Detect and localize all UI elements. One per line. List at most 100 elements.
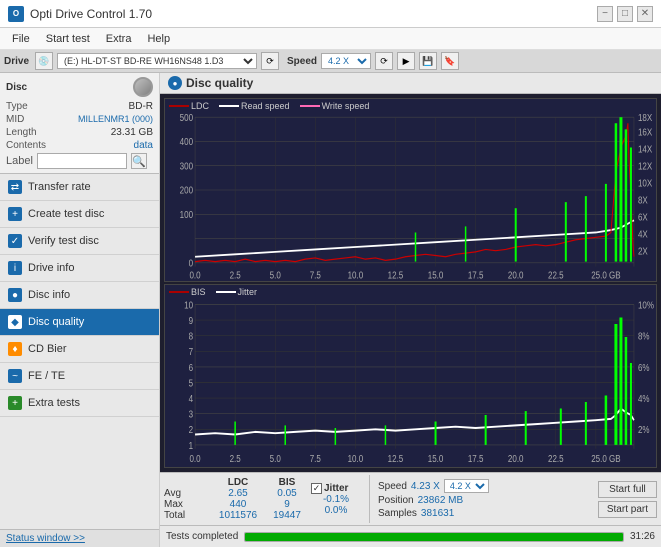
- svg-text:2%: 2%: [638, 424, 650, 435]
- disc-contents-value: data: [134, 140, 153, 151]
- menu-extra[interactable]: Extra: [98, 31, 140, 47]
- svg-text:16X: 16X: [638, 127, 652, 138]
- svg-text:200: 200: [180, 185, 193, 196]
- save-icon[interactable]: 💾: [419, 52, 437, 70]
- drive-info-label: Drive info: [28, 262, 74, 274]
- svg-text:5.0: 5.0: [270, 270, 281, 281]
- svg-text:9: 9: [189, 315, 193, 326]
- svg-text:22.5: 22.5: [548, 270, 564, 281]
- minimize-button[interactable]: −: [597, 6, 613, 22]
- avg-label: Avg: [164, 488, 209, 499]
- svg-text:10X: 10X: [638, 178, 652, 189]
- disc-type-row: Type BD-R: [6, 101, 153, 112]
- disc-label-label: Label: [6, 155, 33, 167]
- drive-refresh-icon[interactable]: ⟳: [261, 52, 279, 70]
- speed-dropdown-main[interactable]: 4.2 X: [321, 53, 371, 69]
- disc-length-label: Length: [6, 127, 37, 138]
- write-speed-color: [300, 105, 320, 107]
- svg-text:500: 500: [180, 112, 193, 123]
- bookmark-icon[interactable]: 🔖: [441, 52, 459, 70]
- disc-mid-row: MID MILLENMR1 (000): [6, 114, 153, 125]
- ldc-col-header: LDC: [213, 477, 263, 488]
- svg-text:1: 1: [189, 440, 193, 451]
- sidebar-item-disc-info[interactable]: ● Disc info: [0, 282, 159, 309]
- disc-length-value: 23.31 GB: [111, 127, 153, 138]
- cd-bier-label: CD Bier: [28, 343, 67, 355]
- menu-help[interactable]: Help: [139, 31, 178, 47]
- chart2: BIS Jitter: [164, 284, 657, 468]
- titlebar: O Opti Drive Control 1.70 − □ ✕: [0, 0, 661, 28]
- drive-eject-icon[interactable]: 💿: [35, 52, 53, 70]
- disc-panel: Disc Type BD-R MID MILLENMR1 (000) Lengt…: [0, 73, 159, 174]
- samples-row: Samples 381631: [378, 508, 590, 519]
- disc-type-label: Type: [6, 101, 28, 112]
- close-button[interactable]: ✕: [637, 6, 653, 22]
- svg-text:15.0: 15.0: [428, 270, 444, 281]
- jitter-checkbox[interactable]: ✓: [311, 483, 322, 494]
- chart1: LDC Read speed Write speed: [164, 98, 657, 282]
- chart2-legend: BIS Jitter: [169, 287, 257, 297]
- verify-test-disc-icon: ✓: [8, 234, 22, 248]
- verify-test-disc-label: Verify test disc: [28, 235, 99, 247]
- svg-text:300: 300: [180, 161, 193, 172]
- start-full-btn[interactable]: Start full: [598, 481, 657, 498]
- disc-quality-label: Disc quality: [28, 316, 84, 328]
- ldc-max-val: 440: [213, 499, 263, 510]
- sidebar-item-verify-test-disc[interactable]: ✓ Verify test disc: [0, 228, 159, 255]
- svg-text:2X: 2X: [638, 246, 648, 257]
- svg-text:0.0: 0.0: [189, 270, 200, 281]
- speed-refresh-icon[interactable]: ⟳: [375, 52, 393, 70]
- chart1-svg: 500 400 300 200 100 0 18X 16X 14X 12X 10…: [165, 99, 656, 281]
- content-icon: ●: [168, 76, 182, 90]
- disc-label-row: Label 🔍: [6, 153, 153, 169]
- status-window-btn[interactable]: Status window >>: [6, 533, 85, 544]
- speed-label: Speed: [287, 56, 317, 67]
- disc-label-input[interactable]: [37, 153, 127, 169]
- sidebar-item-transfer-rate[interactable]: ⇄ Transfer rate: [0, 174, 159, 201]
- ldc-legend-label: LDC: [191, 101, 209, 111]
- disc-label-btn[interactable]: 🔍: [131, 153, 147, 169]
- svg-text:100: 100: [180, 209, 193, 220]
- speed-row: Speed 4.23 X 4.2 X: [378, 479, 590, 493]
- total-label: Total: [164, 510, 209, 521]
- svg-text:0: 0: [189, 258, 194, 269]
- sidebar-item-drive-info[interactable]: i Drive info: [0, 255, 159, 282]
- main-layout: Disc Type BD-R MID MILLENMR1 (000) Lengt…: [0, 73, 661, 547]
- svg-text:17.5: 17.5: [468, 453, 484, 464]
- ldc-avg-val: 2.65: [213, 488, 263, 499]
- sidebar-item-extra-tests[interactable]: + Extra tests: [0, 390, 159, 417]
- drive-dropdown[interactable]: (E:) HL-DT-ST BD-RE WH16NS48 1.D3: [57, 53, 257, 69]
- svg-text:12.5: 12.5: [388, 453, 404, 464]
- disc-header: Disc: [6, 77, 153, 97]
- sidebar-item-disc-quality[interactable]: ◆ Disc quality: [0, 309, 159, 336]
- svg-text:4%: 4%: [638, 393, 650, 404]
- menubar: File Start test Extra Help: [0, 28, 661, 50]
- svg-text:12.5: 12.5: [388, 270, 404, 281]
- start-icon[interactable]: ▶: [397, 52, 415, 70]
- menu-file[interactable]: File: [4, 31, 38, 47]
- status-text: Tests completed: [166, 531, 238, 542]
- legend-ldc: LDC: [169, 101, 209, 111]
- svg-text:14X: 14X: [638, 144, 652, 155]
- sidebar-item-cd-bier[interactable]: ♦ CD Bier: [0, 336, 159, 363]
- bis-stats-col: BIS 0.05 9 19447: [267, 477, 307, 521]
- svg-text:6%: 6%: [638, 362, 650, 373]
- sidebar-item-fe-te[interactable]: ~ FE / TE: [0, 363, 159, 390]
- menu-start-test[interactable]: Start test: [38, 31, 98, 47]
- speed-stat-dropdown[interactable]: 4.2 X: [444, 479, 489, 493]
- jitter-avg-val: -0.1%: [311, 494, 361, 505]
- speed-stat-val: 4.23 X: [411, 481, 440, 492]
- svg-text:400: 400: [180, 136, 193, 147]
- maximize-button[interactable]: □: [617, 6, 633, 22]
- bis-col-header: BIS: [267, 477, 307, 488]
- legend-write-speed: Write speed: [300, 101, 370, 111]
- position-row: Position 23862 MB: [378, 495, 590, 506]
- bis-legend-label: BIS: [191, 287, 206, 297]
- status-bar: Status window >>: [0, 529, 159, 547]
- svg-text:8: 8: [189, 331, 193, 342]
- start-part-btn[interactable]: Start part: [598, 501, 657, 518]
- content-title: Disc quality: [186, 76, 253, 90]
- sidebar-item-create-test-disc[interactable]: + Create test disc: [0, 201, 159, 228]
- legend-bis: BIS: [169, 287, 206, 297]
- transfer-rate-icon: ⇄: [8, 180, 22, 194]
